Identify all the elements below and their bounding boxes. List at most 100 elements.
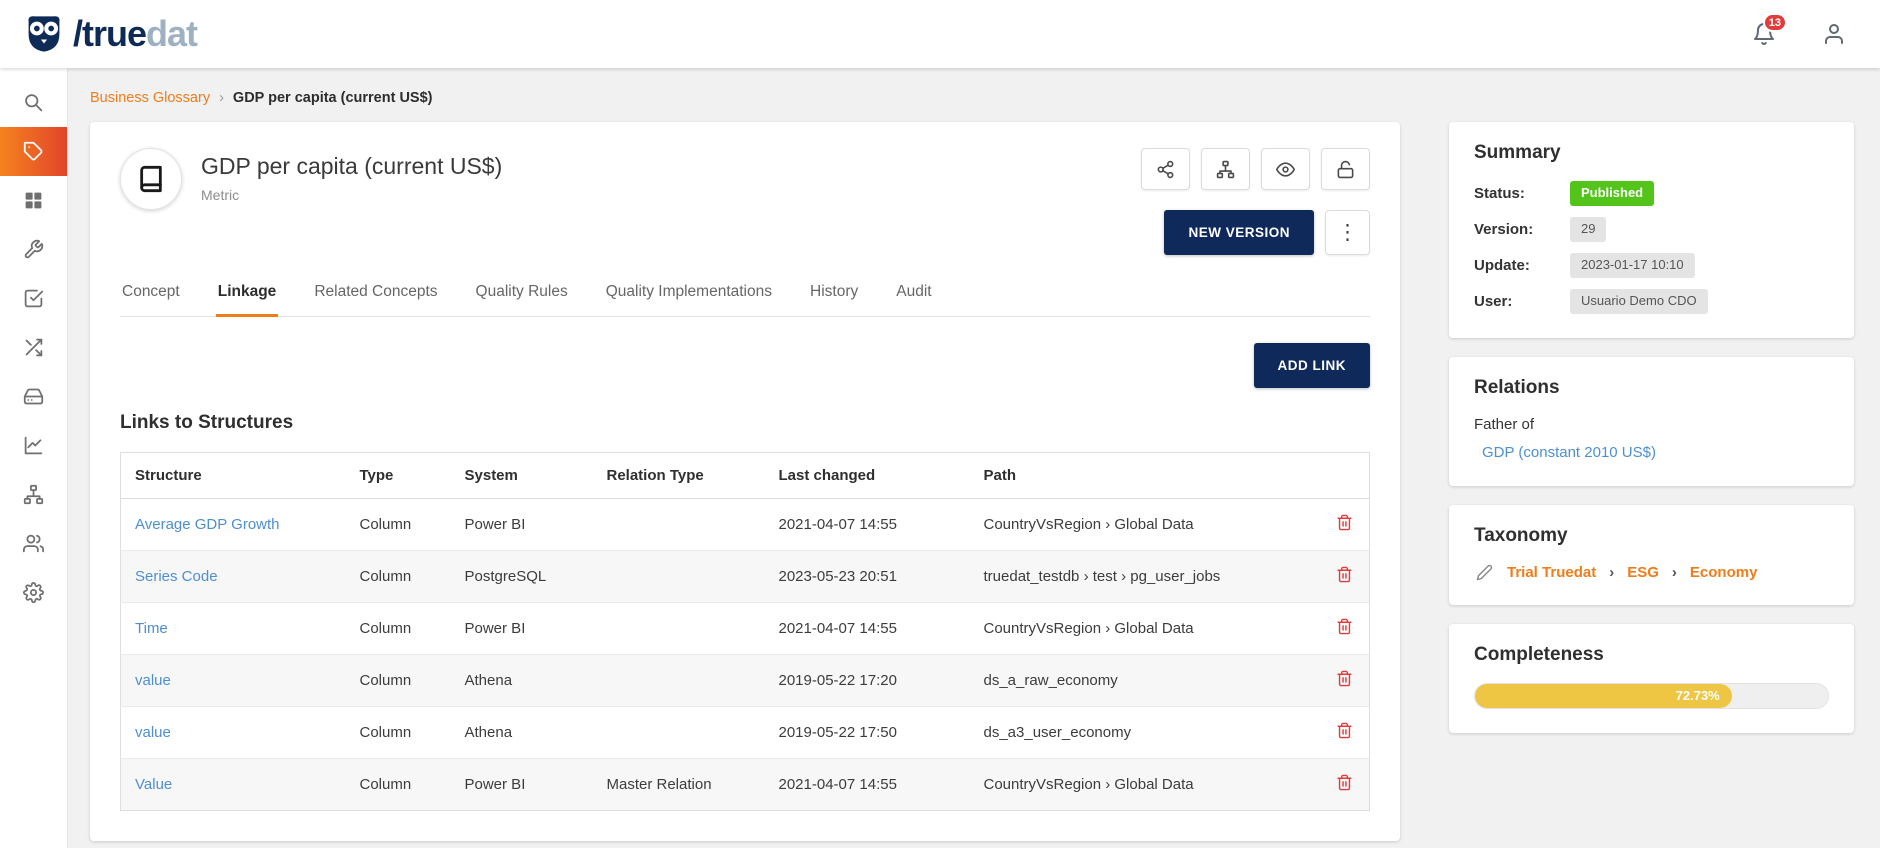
truedat-logo[interactable]: /truedat	[22, 12, 197, 56]
completeness-value: 72.73%	[1676, 688, 1720, 703]
user-menu-button[interactable]	[1822, 22, 1846, 46]
summary-row-status: Status: Published	[1474, 181, 1829, 206]
col-path: Path	[970, 453, 1320, 499]
cell-type: Column	[346, 707, 451, 759]
completeness-bar: 72.73%	[1474, 683, 1829, 709]
relations-panel: Relations Father of GDP (constant 2010 U…	[1449, 357, 1854, 486]
cell-system: Power BI	[451, 603, 593, 655]
summary-row-version: Version: 29	[1474, 217, 1829, 242]
sidebar-item-analytics[interactable]	[0, 421, 67, 470]
sidebar-item-lineage[interactable]	[0, 323, 67, 372]
version-badge: 29	[1570, 217, 1606, 242]
tab-history[interactable]: History	[808, 283, 860, 317]
cell-path: CountryVsRegion › Global Data	[970, 499, 1320, 551]
more-actions-button[interactable]: ⋮	[1325, 210, 1370, 255]
tab-audit[interactable]: Audit	[894, 283, 933, 317]
kebab-icon: ⋮	[1337, 220, 1358, 245]
watch-button[interactable]	[1261, 148, 1310, 190]
pencil-icon	[1476, 564, 1493, 581]
cell-last-changed: 2019-05-22 17:20	[765, 655, 970, 707]
cell-path: CountryVsRegion › Global Data	[970, 603, 1320, 655]
delete-link-button[interactable]	[1336, 774, 1353, 791]
tag-icon	[23, 141, 44, 162]
hard-drive-icon	[23, 386, 44, 407]
cell-type: Column	[346, 499, 451, 551]
sidebar-item-search[interactable]	[0, 78, 67, 127]
cell-relation-type: Master Relation	[593, 759, 765, 811]
sitemap-icon	[23, 484, 44, 505]
taxonomy-link-subdomain[interactable]: ESG	[1627, 564, 1659, 581]
relations-title: Relations	[1474, 377, 1829, 399]
status-badge: Published	[1570, 181, 1654, 206]
structure-link[interactable]: value	[135, 724, 171, 741]
gear-icon	[23, 582, 44, 603]
breadcrumb: Business Glossary › GDP per capita (curr…	[90, 68, 1880, 122]
taxonomy-title: Taxonomy	[1474, 525, 1829, 547]
concept-tabs: Concept Linkage Related Concepts Quality…	[120, 283, 1370, 317]
relation-link[interactable]: GDP (constant 2010 US$)	[1482, 444, 1656, 461]
table-row: value Column Athena 2019-05-22 17:50 ds_…	[121, 707, 1370, 759]
tab-linkage[interactable]: Linkage	[216, 283, 279, 317]
permissions-button[interactable]	[1321, 148, 1370, 190]
cell-relation-type	[593, 603, 765, 655]
structure-link[interactable]: value	[135, 672, 171, 689]
sidebar-item-users[interactable]	[0, 519, 67, 568]
structure-link[interactable]: Time	[135, 620, 168, 637]
concept-type-label: Metric	[201, 187, 502, 203]
links-section-title: Links to Structures	[120, 412, 1370, 434]
summary-panel: Summary Status: Published Version: 29 Up…	[1449, 122, 1854, 338]
tab-quality-rules[interactable]: Quality Rules	[474, 283, 570, 317]
trash-icon	[1336, 722, 1353, 739]
check-square-icon	[23, 288, 44, 309]
top-bar: /truedat 13	[0, 0, 1880, 68]
structure-link[interactable]: Value	[135, 776, 172, 793]
cell-last-changed: 2021-04-07 14:55	[765, 759, 970, 811]
sidebar-item-hierarchy[interactable]	[0, 470, 67, 519]
user-icon	[1822, 22, 1846, 46]
col-actions	[1320, 453, 1370, 499]
notifications-button[interactable]: 13	[1752, 22, 1776, 46]
table-row: value Column Athena 2019-05-22 17:20 ds_…	[121, 655, 1370, 707]
cell-path: ds_a3_user_economy	[970, 707, 1320, 759]
sidebar-item-settings[interactable]	[0, 568, 67, 617]
table-row: Average GDP Growth Column Power BI 2021-…	[121, 499, 1370, 551]
structure-link[interactable]: Series Code	[135, 568, 218, 585]
edit-taxonomy-button[interactable]	[1476, 564, 1493, 581]
sitemap-icon	[1216, 160, 1235, 179]
sidebar-item-business-glossary[interactable]	[0, 127, 67, 176]
sidebar-item-dashboards[interactable]	[0, 176, 67, 225]
cell-system: Power BI	[451, 759, 593, 811]
concept-header: GDP per capita (current US$) Metric	[120, 148, 1370, 255]
sidebar-item-tools[interactable]	[0, 225, 67, 274]
table-row: Series Code Column PostgreSQL 2023-05-23…	[121, 551, 1370, 603]
cell-relation-type	[593, 707, 765, 759]
sidebar-item-quality[interactable]	[0, 274, 67, 323]
cell-last-changed: 2021-04-07 14:55	[765, 499, 970, 551]
delete-link-button[interactable]	[1336, 566, 1353, 583]
share-button[interactable]	[1141, 148, 1190, 190]
taxonomy-link-leaf[interactable]: Economy	[1690, 564, 1758, 581]
unlock-icon	[1336, 160, 1355, 179]
lineage-button[interactable]	[1201, 148, 1250, 190]
page-title: GDP per capita (current US$)	[201, 153, 502, 180]
taxonomy-panel: Taxonomy Trial Truedat › ESG › Economy	[1449, 505, 1854, 605]
structure-link[interactable]: Average GDP Growth	[135, 516, 280, 533]
sidebar-item-structures[interactable]	[0, 372, 67, 421]
chart-line-icon	[23, 435, 44, 456]
add-link-button[interactable]: ADD LINK	[1254, 343, 1371, 388]
delete-link-button[interactable]	[1336, 514, 1353, 531]
tab-quality-implementations[interactable]: Quality Implementations	[604, 283, 774, 317]
update-badge: 2023-01-17 10:10	[1570, 253, 1695, 278]
tab-related-concepts[interactable]: Related Concepts	[312, 283, 439, 317]
concept-avatar	[120, 148, 182, 210]
delete-link-button[interactable]	[1336, 722, 1353, 739]
delete-link-button[interactable]	[1336, 670, 1353, 687]
completeness-bar-fill: 72.73%	[1475, 684, 1732, 708]
taxonomy-link-domain[interactable]: Trial Truedat	[1507, 564, 1596, 581]
new-version-button[interactable]: NEW VERSION	[1164, 210, 1314, 255]
breadcrumb-business-glossary[interactable]: Business Glossary	[90, 90, 210, 106]
cell-system: Athena	[451, 655, 593, 707]
tab-concept[interactable]: Concept	[120, 283, 182, 317]
delete-link-button[interactable]	[1336, 618, 1353, 635]
col-structure: Structure	[121, 453, 346, 499]
